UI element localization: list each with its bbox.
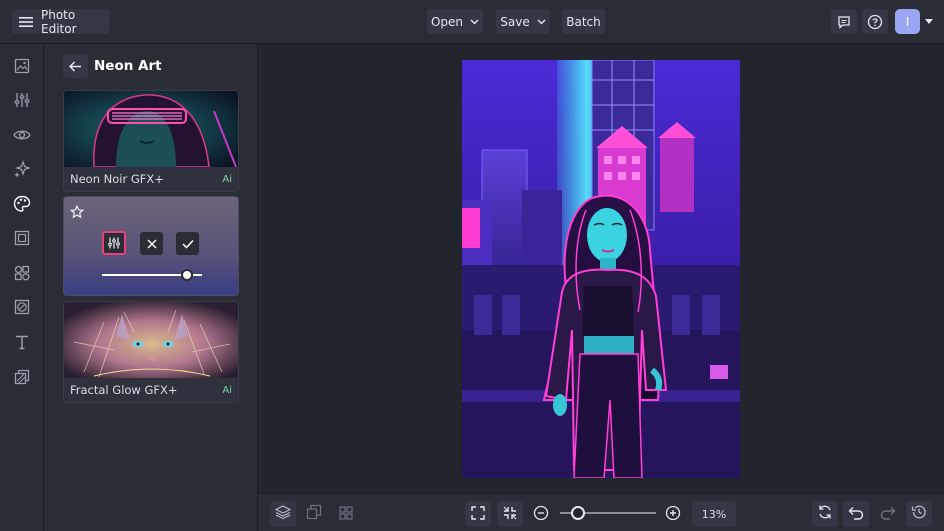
zoom-slider[interactable] xyxy=(560,506,656,520)
shapes-icon xyxy=(14,265,30,285)
arrow-left-icon xyxy=(69,60,82,72)
account-menu-button[interactable]: I xyxy=(893,9,935,34)
eye-icon xyxy=(13,127,31,146)
text-icon xyxy=(14,334,30,354)
top-bar: Photo Editor Open Save Batch I xyxy=(0,0,944,44)
rail-effects-button[interactable] xyxy=(11,195,33,217)
grid-button[interactable] xyxy=(333,501,359,527)
bottom-toolbar: 13% xyxy=(258,493,944,531)
rail-frames-button[interactable] xyxy=(11,229,33,251)
back-button[interactable] xyxy=(63,54,88,78)
layers-button[interactable] xyxy=(270,501,296,527)
effects-panel: Neon Art Neon Noir GFX+ Ai Fractal Glow … xyxy=(44,44,258,531)
history-button[interactable] xyxy=(906,501,932,527)
sliders-icon xyxy=(108,234,120,253)
rail-view-button[interactable] xyxy=(11,125,33,147)
photo-canvas[interactable] xyxy=(462,60,740,478)
sparkles-icon xyxy=(13,160,31,182)
effect-name: Fractal Glow GFX+ xyxy=(70,383,178,397)
history-icon xyxy=(911,504,927,524)
zoom-level-label: 13% xyxy=(701,507,727,521)
frame-icon xyxy=(14,230,30,250)
canvas-area[interactable] xyxy=(258,44,944,493)
compare-button[interactable] xyxy=(301,501,327,527)
help-button[interactable] xyxy=(862,9,888,34)
effect-name: Neon Noir GFX+ xyxy=(70,172,164,186)
batch-button[interactable]: Batch xyxy=(562,9,605,34)
rail-ai-button[interactable] xyxy=(11,160,33,182)
compare-icon xyxy=(306,504,322,524)
star-icon xyxy=(69,204,85,223)
rail-adjust-button[interactable] xyxy=(11,91,33,113)
adjust-settings-button[interactable] xyxy=(102,231,126,255)
rail-text-button[interactable] xyxy=(11,333,33,355)
caret-down-icon xyxy=(925,19,933,24)
close-icon xyxy=(147,234,157,253)
app-title: Photo Editor xyxy=(41,7,77,36)
chevron-down-icon xyxy=(470,19,479,25)
zoom-slider-thumb[interactable] xyxy=(570,506,585,520)
rail-image-button[interactable] xyxy=(11,57,33,79)
undo-button[interactable] xyxy=(843,501,869,527)
save-menu-button[interactable]: Save xyxy=(496,9,550,34)
rail-textures-button[interactable] xyxy=(11,368,33,390)
active-effect-card xyxy=(63,196,239,296)
sliders-icon xyxy=(14,92,30,112)
apply-effect-button[interactable] xyxy=(176,232,199,255)
zoom-in-button[interactable] xyxy=(665,505,682,522)
texture-icon xyxy=(14,369,30,389)
expand-icon xyxy=(471,505,485,524)
help-icon xyxy=(867,14,883,30)
overlay-icon xyxy=(14,299,30,319)
hamburger-icon xyxy=(19,16,33,28)
panel-title: Neon Art xyxy=(94,58,162,74)
layers-icon xyxy=(274,504,292,524)
open-menu-button[interactable]: Open xyxy=(427,9,483,34)
refresh-button[interactable] xyxy=(812,501,838,527)
cancel-effect-button[interactable] xyxy=(140,232,163,255)
chevron-down-icon xyxy=(537,19,546,25)
image-icon xyxy=(14,58,30,78)
effect-card-neon-noir[interactable]: Neon Noir GFX+ Ai xyxy=(63,90,239,192)
open-label: Open xyxy=(430,14,464,29)
batch-label: Batch xyxy=(566,14,601,29)
undo-icon xyxy=(848,505,864,524)
comment-icon xyxy=(837,15,851,29)
effect-card-footer: Neon Noir GFX+ Ai xyxy=(64,167,238,191)
plus-circle-icon xyxy=(665,505,681,525)
ai-badge: Ai xyxy=(222,384,232,396)
tool-rail xyxy=(0,44,44,531)
comments-button[interactable] xyxy=(831,9,857,34)
intensity-slider[interactable] xyxy=(102,269,202,281)
fractal-glow-thumbnail xyxy=(64,302,238,378)
redo-icon xyxy=(880,505,896,524)
avatar: I xyxy=(895,9,920,34)
effect-card-fractal-glow[interactable]: Fractal Glow GFX+ Ai xyxy=(63,301,239,403)
neon-art-photo xyxy=(462,60,740,478)
rail-overlays-button[interactable] xyxy=(11,298,33,320)
redo-button[interactable] xyxy=(875,501,901,527)
neon-noir-thumbnail xyxy=(64,91,238,167)
refresh-icon xyxy=(817,504,833,524)
actual-size-button[interactable] xyxy=(497,501,523,527)
zoom-level-field[interactable]: 13% xyxy=(692,501,736,527)
ai-badge: Ai xyxy=(222,173,232,185)
rail-graphics-button[interactable] xyxy=(11,264,33,286)
effect-card-footer: Fractal Glow GFX+ Ai xyxy=(64,378,238,402)
palette-icon xyxy=(13,195,31,217)
fit-to-screen-button[interactable] xyxy=(465,501,491,527)
shrink-icon xyxy=(503,505,517,524)
zoom-out-button[interactable] xyxy=(533,505,550,522)
intensity-slider-thumb[interactable] xyxy=(181,269,194,281)
app-menu-button[interactable]: Photo Editor xyxy=(12,7,110,36)
favorite-button[interactable] xyxy=(69,204,85,223)
grid-icon xyxy=(339,505,353,524)
check-icon xyxy=(181,234,194,253)
save-label: Save xyxy=(500,14,530,29)
minus-circle-icon xyxy=(533,505,549,525)
